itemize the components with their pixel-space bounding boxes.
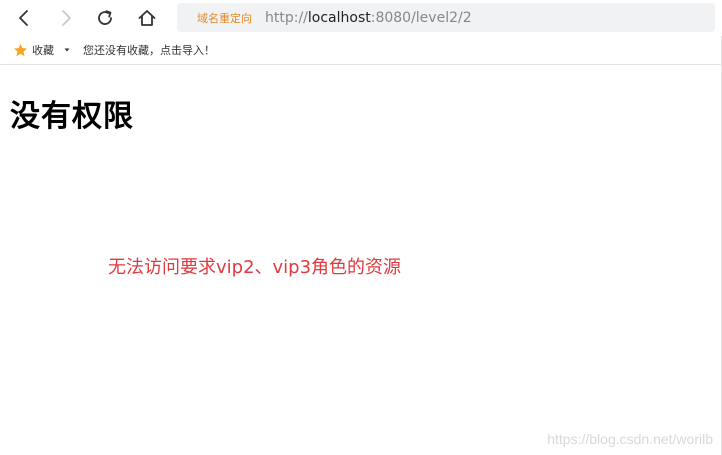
watermark: https://blog.csdn.net/worilb: [547, 431, 713, 447]
page-content: 没有权限 无法访问要求vip2、vip3角色的资源 https://blog.c…: [0, 65, 721, 455]
url-path: :8080/level2/2: [370, 9, 472, 26]
browser-toolbar: 域名重定向 http://localhost:8080/level2/2: [0, 0, 722, 36]
error-message: 无法访问要求vip2、vip3角色的资源: [108, 257, 402, 278]
bookmarks-bar: 收藏 您还没有收藏，点击导入！: [0, 36, 722, 65]
page-title: 没有权限: [10, 99, 134, 134]
forward-button[interactable]: [55, 7, 77, 29]
reload-button[interactable]: [94, 7, 116, 29]
chevron-right-icon: [59, 9, 73, 27]
redirect-badge[interactable]: 域名重定向: [197, 10, 252, 26]
caret-down-icon[interactable]: [63, 46, 71, 54]
chevron-left-icon: [17, 9, 31, 27]
address-bar[interactable]: 域名重定向 http://localhost:8080/level2/2: [177, 3, 715, 32]
browser-window: 域名重定向 http://localhost:8080/level2/2 收藏 …: [0, 0, 722, 455]
home-button[interactable]: [136, 7, 158, 29]
reload-icon: [95, 8, 115, 28]
favorites-label[interactable]: 收藏: [32, 42, 54, 58]
url-host: localhost: [307, 9, 371, 26]
url-text[interactable]: http://localhost:8080/level2/2: [265, 10, 472, 26]
star-icon[interactable]: [13, 43, 28, 58]
back-button[interactable]: [13, 7, 35, 29]
home-icon: [137, 8, 157, 28]
favorites-import-hint[interactable]: 您还没有收藏，点击导入！: [83, 42, 215, 58]
url-scheme: http://: [265, 9, 308, 26]
